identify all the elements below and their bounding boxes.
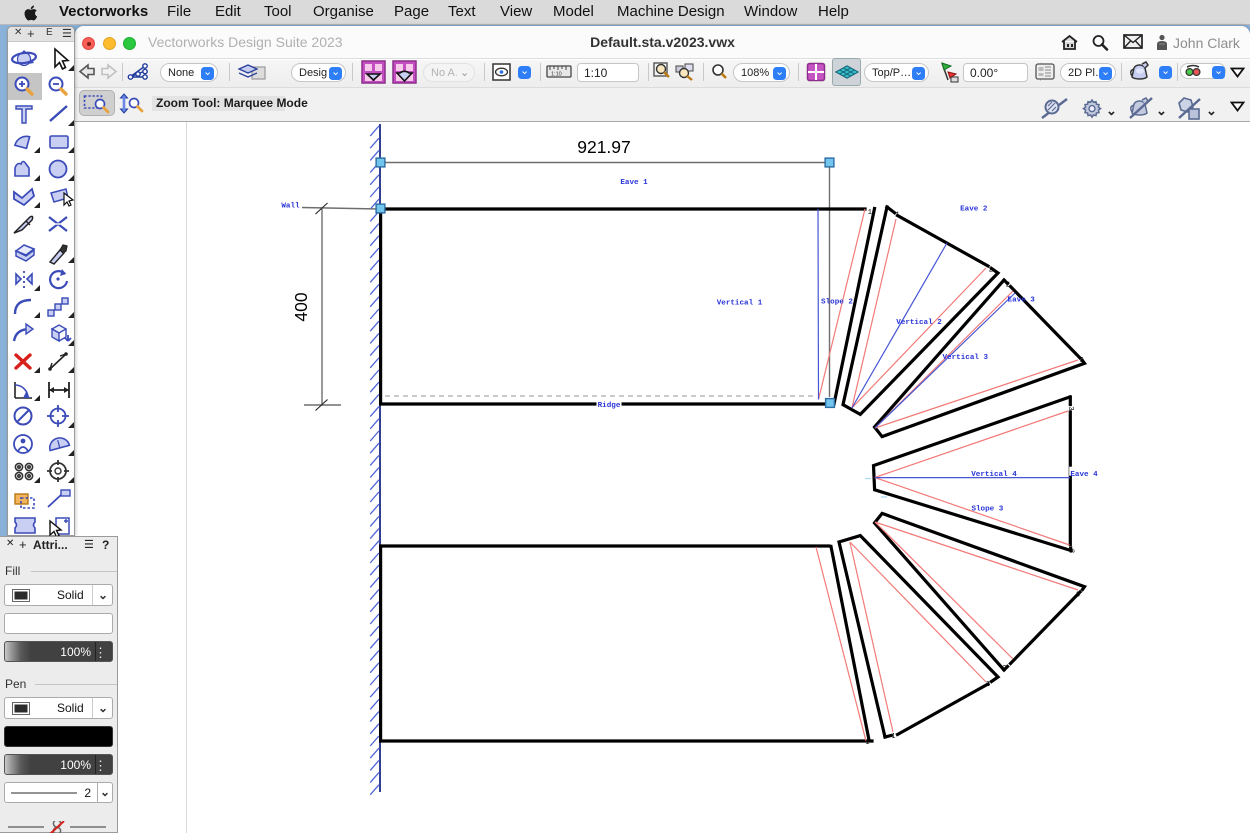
svg-text:1: 1 <box>891 733 895 741</box>
svg-text:1: 1 <box>895 212 899 220</box>
svg-text:Eave 1: Eave 1 <box>620 179 648 187</box>
svg-text:1: 1 <box>865 739 869 747</box>
svg-text:Wall: Wall <box>281 203 300 211</box>
svg-text:Vertical 3: Vertical 3 <box>943 354 989 362</box>
svg-text:3: 3 <box>1079 357 1083 365</box>
svg-text:Eave 2: Eave 2 <box>960 206 988 214</box>
svg-text:400: 400 <box>291 292 311 321</box>
svg-text:Slope 2: Slope 2 <box>821 299 853 307</box>
svg-text:1: 1 <box>868 209 872 217</box>
svg-text:3: 3 <box>1066 406 1074 410</box>
svg-text:2: 2 <box>1006 282 1010 290</box>
svg-text:Slope 3: Slope 3 <box>971 505 1003 513</box>
svg-text:Eave 4: Eave 4 <box>1070 471 1098 479</box>
svg-text:Vertical 2: Vertical 2 <box>896 319 942 327</box>
svg-text:2: 2 <box>1002 665 1006 673</box>
svg-text:2: 2 <box>986 681 990 689</box>
svg-text:Eave 3: Eave 3 <box>1008 297 1036 305</box>
svg-text:2: 2 <box>989 267 993 275</box>
svg-text:Vertical 1: Vertical 1 <box>717 300 763 308</box>
svg-text:921.97: 921.97 <box>577 137 631 157</box>
svg-text:3: 3 <box>1076 592 1080 600</box>
svg-text:3: 3 <box>1066 549 1074 553</box>
svg-text:Ridge: Ridge <box>598 402 621 410</box>
svg-text:Vertical 4: Vertical 4 <box>971 471 1017 479</box>
